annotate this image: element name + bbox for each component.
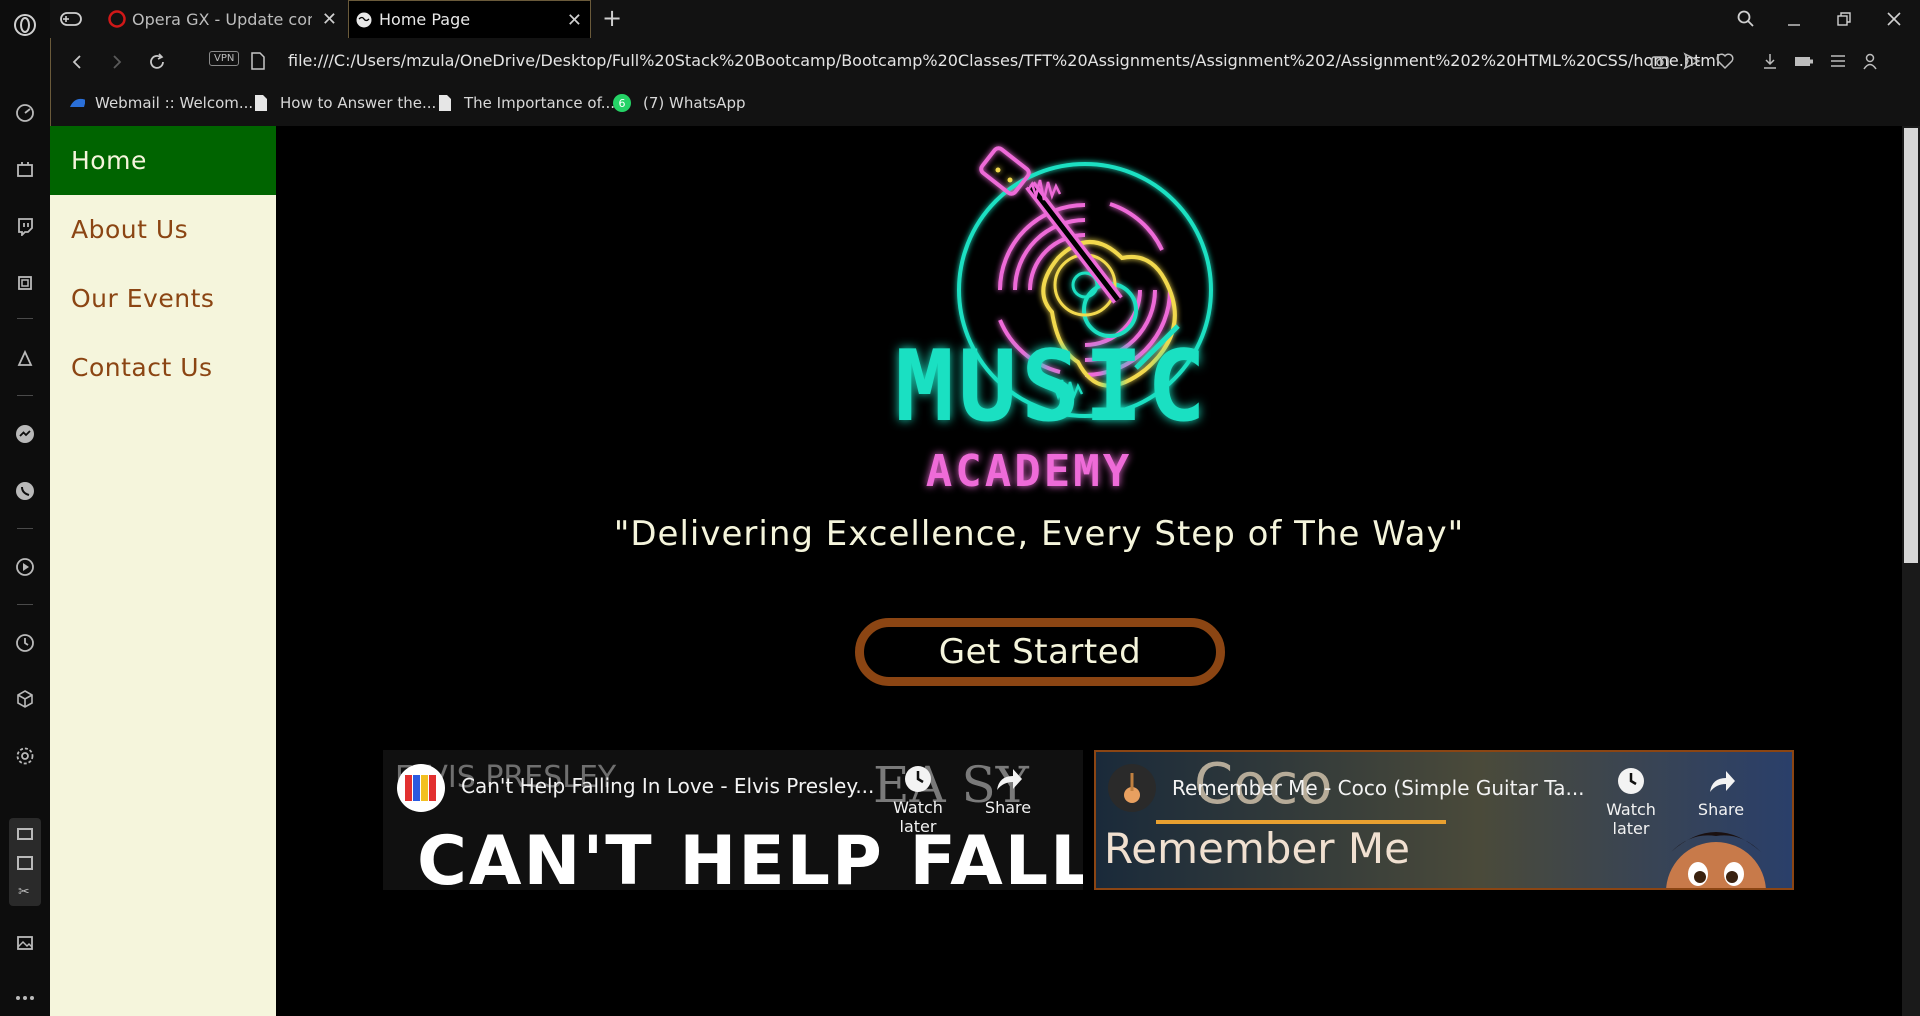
whatsapp-badge-icon: 6 <box>613 94 631 112</box>
logo-music-text: MUSIC <box>895 330 1211 444</box>
coco-character-illustration <box>1666 832 1766 888</box>
share-button[interactable]: Share <box>973 764 1043 817</box>
heart-icon[interactable] <box>1716 52 1734 74</box>
bookmark-how-to-answer[interactable]: How to Answer the... <box>254 94 436 112</box>
share-icon <box>997 769 1022 790</box>
opera-sidebar: ✂ <box>0 0 50 1016</box>
history-icon[interactable] <box>12 630 38 656</box>
video-embed-elvis[interactable]: ELVIS PRESLEY EA SY Can't Help Falling I… <box>383 750 1083 890</box>
ram-icon <box>17 828 33 840</box>
battery-icon[interactable] <box>1793 52 1815 74</box>
restore-icon[interactable] <box>1822 0 1866 38</box>
easy-setup-icon[interactable] <box>1829 52 1847 74</box>
reload-icon[interactable] <box>143 48 171 76</box>
opera-logo-icon[interactable] <box>12 12 38 38</box>
bookmark-label: How to Answer the... <box>280 94 437 112</box>
hardware-limiter-panel[interactable]: ✂ <box>9 818 41 906</box>
video-thumbnail-text: CAN'T HELP FALLING <box>417 822 1083 890</box>
new-tab-button[interactable]: + <box>602 4 622 32</box>
webmail-icon <box>70 98 85 107</box>
sidebar-divider <box>17 395 33 396</box>
download-icon[interactable] <box>1761 52 1779 74</box>
gx-corner-icon[interactable] <box>12 156 38 182</box>
tab-close-button[interactable]: ✕ <box>322 9 337 30</box>
back-icon[interactable] <box>63 48 91 76</box>
close-window-icon[interactable] <box>1872 0 1916 38</box>
cpu-icon <box>17 856 33 870</box>
share-icon <box>1710 771 1735 792</box>
video-thumbnail-text: Remember Me <box>1104 824 1410 873</box>
video-embed-coco[interactable]: Coco Remember Me - Coco (Simple Guitar T… <box>1094 750 1794 890</box>
bookmarks-bar: Webmail :: Welcom... How to Answer the..… <box>50 86 1920 126</box>
search-tabs-icon[interactable] <box>1724 0 1768 38</box>
gx-game-icon[interactable] <box>60 10 82 32</box>
gx-control-icon[interactable] <box>12 270 38 296</box>
url-field[interactable]: file:///C:/Users/mzula/OneDrive/Desktop/… <box>288 51 1720 70</box>
more-icon[interactable] <box>12 985 38 1011</box>
sidebar-divider <box>17 318 33 319</box>
clock-icon <box>905 766 931 792</box>
nav-item-contact-us[interactable]: Contact Us <box>50 333 276 402</box>
video-title[interactable]: Remember Me - Coco (Simple Guitar Ta... <box>1172 776 1585 800</box>
tab-bar: Opera GX - Update comple ✕ Home Page ✕ + <box>50 0 1920 38</box>
profile-icon[interactable] <box>1861 52 1879 74</box>
scrollbar-thumb[interactable] <box>1904 128 1918 563</box>
vpn-badge[interactable]: VPN <box>209 51 240 66</box>
forward-icon[interactable] <box>103 48 131 76</box>
sidebar-divider <box>17 604 33 605</box>
tab-title: Opera GX - Update comple <box>132 9 312 29</box>
wallpaper-icon[interactable] <box>12 930 38 956</box>
opera-favicon-icon <box>108 10 126 28</box>
channel-avatar[interactable] <box>1108 764 1156 812</box>
speed-dial-icon[interactable] <box>12 100 38 126</box>
network-icon: ✂ <box>18 884 30 900</box>
tab-title: Home Page <box>379 10 471 29</box>
page-icon <box>439 95 451 111</box>
settings-icon[interactable] <box>12 743 38 769</box>
send-icon[interactable] <box>1683 52 1701 74</box>
nav-item-our-events[interactable]: Our Events <box>50 264 276 333</box>
share-label: Share <box>1697 800 1745 819</box>
twitch-icon[interactable] <box>12 213 38 239</box>
minimize-icon[interactable] <box>1772 0 1816 38</box>
bookmark-importance[interactable]: The Importance of... <box>438 94 615 112</box>
bookmark-label: The Importance of... <box>464 94 616 112</box>
bookmark-label: (7) WhatsApp <box>643 94 746 112</box>
address-bar: VPN file:///C:/Users/mzula/OneDrive/Desk… <box>50 38 1920 86</box>
share-button[interactable]: Share <box>1686 766 1756 819</box>
clock-icon <box>1618 768 1644 794</box>
page-icon <box>255 95 267 111</box>
bookmark-label: Webmail :: Welcom... <box>95 94 254 112</box>
nav-item-home[interactable]: Home <box>50 126 276 195</box>
bookmark-whatsapp[interactable]: 6 (7) WhatsApp <box>613 94 746 112</box>
video-title[interactable]: Can't Help Falling In Love - Elvis Presl… <box>461 774 874 798</box>
get-started-button[interactable]: Get Started <box>855 618 1225 686</box>
messenger-icon[interactable] <box>12 421 38 447</box>
guitar-icon <box>1124 773 1140 803</box>
logo-academy-text: ACADEMY <box>925 446 1133 497</box>
file-icon <box>251 52 265 74</box>
tab-home-page[interactable]: Home Page ✕ <box>348 0 591 38</box>
sidebar-divider <box>17 528 33 529</box>
nav-item-about-us[interactable]: About Us <box>50 195 276 264</box>
share-label: Share <box>984 798 1032 817</box>
snapshot-icon[interactable] <box>1650 52 1670 74</box>
tab-close-button[interactable]: ✕ <box>567 10 582 31</box>
piano-icon <box>405 775 436 801</box>
player-icon[interactable] <box>12 554 38 580</box>
watch-later-label: Watch later <box>1606 800 1656 838</box>
channel-avatar[interactable] <box>397 764 445 812</box>
side-navigation: Home About Us Our Events Contact Us <box>50 126 276 1016</box>
tab-opera-update[interactable]: Opera GX - Update comple ✕ <box>102 0 345 38</box>
whatsapp-icon[interactable] <box>12 478 38 504</box>
tagline: "Delivering Excellence, Every Step of Th… <box>613 514 1465 554</box>
globe-icon <box>356 12 372 27</box>
extensions-icon[interactable] <box>12 686 38 712</box>
aria-icon[interactable] <box>12 345 38 371</box>
bookmark-webmail[interactable]: Webmail :: Welcom... <box>69 94 253 112</box>
